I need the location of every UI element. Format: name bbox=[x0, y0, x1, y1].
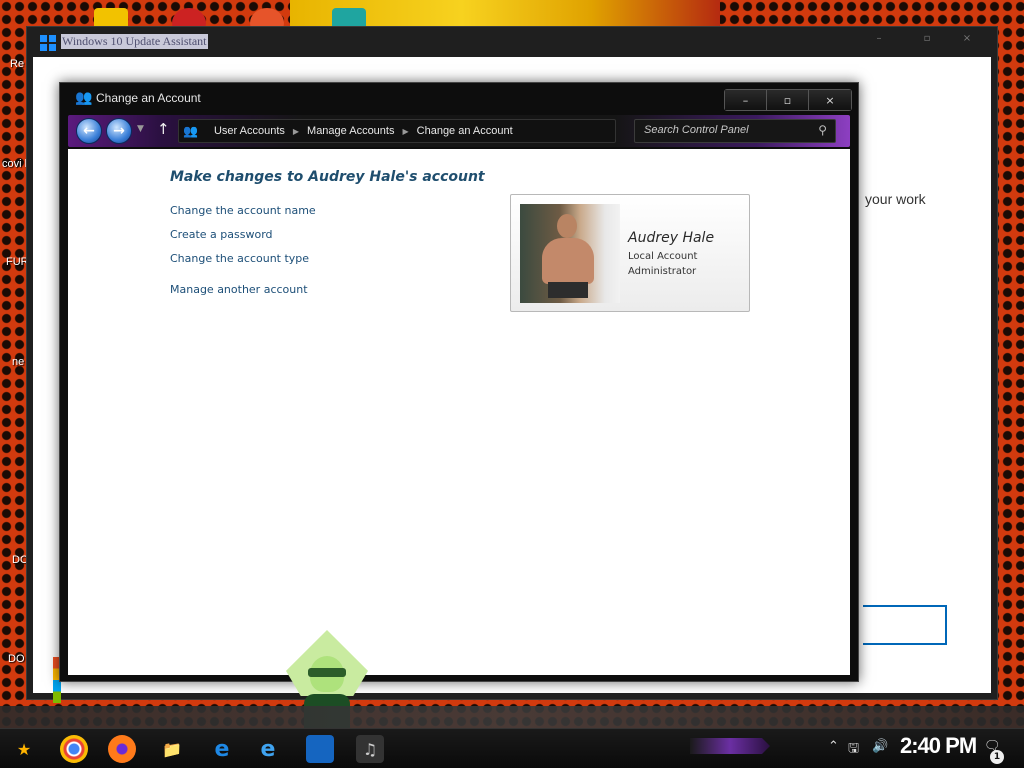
show-hidden-icons-icon[interactable]: ⌃ bbox=[828, 739, 839, 754]
forward-button[interactable]: → bbox=[106, 118, 132, 144]
breadcrumb-change-account[interactable]: Change an Account bbox=[417, 125, 513, 137]
volume-icon[interactable]: 🔊 bbox=[872, 739, 888, 754]
edge-icon[interactable]: e bbox=[208, 735, 236, 763]
windows-icon[interactable] bbox=[306, 735, 334, 763]
firefox-icon[interactable] bbox=[108, 735, 136, 763]
taskbar-accent bbox=[690, 738, 770, 754]
user-account-card: Audrey Hale Local Account Administrator bbox=[510, 194, 750, 312]
user-name: Audrey Hale bbox=[628, 230, 715, 246]
taskbar-preview-strip bbox=[0, 706, 1024, 728]
manage-another-account-link[interactable]: Manage another account bbox=[170, 283, 308, 296]
navigation-bar: ← → ▼ ↑ 👥 User Accounts ▶ Manage Account… bbox=[68, 115, 850, 147]
change-account-type-link[interactable]: Change the account type bbox=[170, 252, 309, 265]
search-input[interactable]: Search Control Panel ⚲ bbox=[634, 119, 836, 143]
account-type-label: Local Account bbox=[628, 251, 698, 262]
change-account-window[interactable]: 👥 Change an Account – ▫ × ← → ▼ ↑ 👥 User… bbox=[59, 82, 859, 682]
user-avatar bbox=[520, 204, 620, 303]
internet-explorer-icon[interactable]: e bbox=[254, 735, 282, 763]
breadcrumb-separator-icon[interactable]: ▶ bbox=[293, 127, 299, 136]
windows-logo-icon bbox=[40, 35, 56, 51]
close-button[interactable]: × bbox=[809, 90, 851, 110]
up-arrow-icon[interactable]: ↑ bbox=[157, 120, 170, 138]
search-placeholder: Search Control Panel bbox=[644, 124, 749, 136]
control-panel-icon: 👥 bbox=[183, 124, 198, 138]
action-button-outline[interactable] bbox=[863, 605, 947, 645]
notification-count-badge: 1 bbox=[990, 750, 1004, 764]
minimize-button[interactable]: – bbox=[861, 33, 897, 51]
window-controls: – ▫ × bbox=[724, 89, 852, 111]
change-account-name-link[interactable]: Change the account name bbox=[170, 204, 316, 217]
partial-text: your work bbox=[865, 191, 926, 207]
maximize-button[interactable]: ▫ bbox=[767, 90, 809, 110]
clock[interactable]: 2:40 PM bbox=[900, 733, 977, 759]
window-title: Change an Account bbox=[96, 91, 201, 105]
media-app-icon[interactable]: ♫ bbox=[356, 735, 384, 763]
file-explorer-icon[interactable]: 📁 bbox=[158, 735, 186, 763]
main-content: Make changes to Audrey Hale's account Ch… bbox=[68, 149, 850, 675]
desktop-icon-label[interactable]: covi boos bbox=[2, 158, 28, 170]
taskbar: ★ 📁 e e ♫ bbox=[0, 728, 1024, 768]
maximize-button[interactable]: ▫ bbox=[909, 33, 945, 51]
update-assistant-title: Windows 10 Update Assistant bbox=[61, 34, 208, 49]
breadcrumb-user-accounts[interactable]: User Accounts bbox=[214, 125, 285, 137]
chrome-icon[interactable] bbox=[60, 735, 88, 763]
account-role-label: Administrator bbox=[628, 266, 697, 277]
network-icon[interactable]: 🖫 bbox=[848, 739, 859, 761]
create-password-link[interactable]: Create a password bbox=[170, 228, 273, 241]
back-button[interactable]: ← bbox=[76, 118, 102, 144]
close-button[interactable]: × bbox=[949, 33, 985, 51]
recent-pages-dropdown-icon[interactable]: ▼ bbox=[137, 124, 144, 134]
breadcrumb-manage-accounts[interactable]: Manage Accounts bbox=[307, 125, 394, 137]
search-icon[interactable]: ⚲ bbox=[818, 123, 827, 137]
start-icon[interactable]: ★ bbox=[10, 735, 38, 763]
window-titlebar[interactable]: 👥 Change an Account – ▫ × bbox=[60, 83, 858, 113]
address-bar[interactable]: 👥 User Accounts ▶ Manage Accounts ▶ Chan… bbox=[178, 119, 616, 143]
page-heading: Make changes to Audrey Hale's account bbox=[170, 169, 485, 185]
users-icon: 👥 bbox=[75, 90, 93, 106]
update-assistant-titlebar[interactable]: Windows 10 Update Assistant – ▫ × bbox=[27, 27, 997, 57]
breadcrumb-separator-icon[interactable]: ▶ bbox=[402, 127, 408, 136]
minimize-button[interactable]: – bbox=[725, 90, 767, 110]
